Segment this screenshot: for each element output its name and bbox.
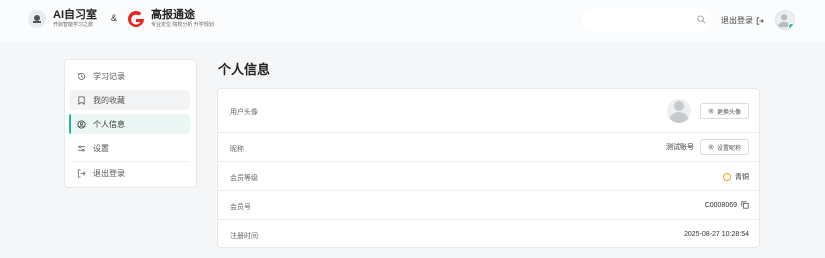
sidebar-item-label: 我的收藏 bbox=[93, 95, 125, 105]
gear-icon bbox=[708, 144, 714, 150]
member-level-row: 会员等级 青铜 bbox=[218, 162, 759, 191]
brand-gaobao-title: 高报通途 bbox=[151, 9, 195, 21]
member-level-value-wrap: 青铜 bbox=[723, 172, 749, 182]
member-id-row: 会员号 C0008069 bbox=[218, 191, 759, 220]
sidebar-item-label: 设置 bbox=[93, 143, 109, 153]
bronze-badge-icon bbox=[723, 173, 731, 181]
copy-icon[interactable] bbox=[741, 201, 749, 209]
gaobao-logo-icon[interactable] bbox=[126, 9, 146, 29]
registered-time-value-wrap: 2025-08-27 10:28:54 bbox=[684, 231, 749, 238]
nickname-value: 测试账号 bbox=[665, 144, 694, 151]
brand-ai-study-subtitle: 开启智能学习之旅 bbox=[53, 22, 94, 28]
registered-time-value: 2025-08-27 10:28:54 bbox=[684, 231, 749, 238]
sidebar-divider bbox=[73, 161, 188, 162]
bookmark-icon bbox=[78, 95, 85, 105]
sidebar-item-personal-info[interactable]: 个人信息 bbox=[69, 114, 190, 134]
sidebar-item-study-history[interactable]: 学习记录 bbox=[69, 66, 190, 86]
member-level-label: 会员等级 bbox=[230, 175, 258, 182]
sidebar-item-label: 退出登录 bbox=[93, 168, 125, 178]
user-avatar-image[interactable] bbox=[666, 99, 691, 123]
brand-gaobao[interactable]: 高报通途 专业定位 院校分析 升学规划 bbox=[151, 9, 214, 29]
personal-info-card: 用户头像 更换头像 昵称 测试账号 设置昵称 会员等级 青铜 会员号 C0008… bbox=[217, 88, 760, 248]
sidebar-item-label: 学习记录 bbox=[93, 71, 125, 81]
change-avatar-button[interactable]: 更换头像 bbox=[699, 103, 749, 119]
online-status-dot bbox=[788, 23, 794, 29]
set-nickname-button[interactable]: 设置昵称 bbox=[699, 139, 749, 155]
sidebar-item-label: 个人信息 bbox=[93, 119, 125, 129]
avatar-label: 用户头像 bbox=[230, 109, 258, 116]
registered-time-row: 注册时间 2025-08-27 10:28:54 bbox=[218, 220, 759, 249]
nickname-row: 昵称 测试账号 设置昵称 bbox=[218, 133, 759, 162]
gear-icon bbox=[708, 108, 714, 114]
search-input[interactable] bbox=[582, 8, 712, 32]
history-icon bbox=[77, 72, 86, 80]
registered-time-label: 注册时间 bbox=[230, 233, 258, 240]
page-title: 个人信息 bbox=[218, 62, 271, 77]
avatar-body-shape bbox=[668, 112, 689, 123]
ai-study-logo-icon[interactable] bbox=[28, 10, 46, 28]
user-circle-icon bbox=[77, 119, 86, 129]
settings-sliders-icon bbox=[77, 144, 86, 152]
brand-gaobao-subtitle: 专业定位 院校分析 升学规划 bbox=[151, 22, 214, 28]
brand-ai-study[interactable]: AI自习室 开启智能学习之旅 bbox=[53, 9, 97, 29]
sidebar-nav: 学习记录 我的收藏 个人信息 设置 退出登录 bbox=[64, 59, 197, 188]
set-nickname-label: 设置昵称 bbox=[716, 145, 741, 152]
member-id-label: 会员号 bbox=[230, 204, 251, 211]
nickname-label: 昵称 bbox=[230, 146, 244, 153]
brand-ai-study-title: AI自习室 bbox=[53, 9, 97, 21]
header-logout-label: 退出登录 bbox=[721, 16, 753, 25]
logout-icon bbox=[756, 16, 764, 25]
avatar-row: 用户头像 更换头像 bbox=[218, 89, 759, 133]
member-id-value: C0008069 bbox=[704, 201, 737, 209]
sidebar-item-logout[interactable]: 退出登录 bbox=[69, 163, 190, 183]
member-id-value-wrap: C0008069 bbox=[705, 201, 749, 209]
avatar-head-shape bbox=[673, 101, 684, 111]
nickname-row-actions: 测试账号 设置昵称 bbox=[666, 139, 749, 155]
sidebar-item-settings[interactable]: 设置 bbox=[69, 138, 190, 158]
member-level-value: 青铜 bbox=[735, 174, 749, 181]
search-icon[interactable] bbox=[697, 15, 706, 24]
brand-separator: & bbox=[111, 13, 118, 23]
user-avatar-button[interactable] bbox=[775, 10, 795, 30]
header-logout-button[interactable]: 退出登录 bbox=[721, 15, 764, 26]
top-header: AI自习室 开启智能学习之旅 & 高报通途 专业定位 院校分析 升学规划 退出登… bbox=[0, 0, 825, 42]
change-avatar-label: 更换头像 bbox=[716, 109, 741, 116]
avatar-row-actions: 更换头像 bbox=[666, 99, 749, 123]
sidebar-item-favorites[interactable]: 我的收藏 bbox=[69, 90, 190, 110]
logout-icon bbox=[77, 168, 86, 178]
